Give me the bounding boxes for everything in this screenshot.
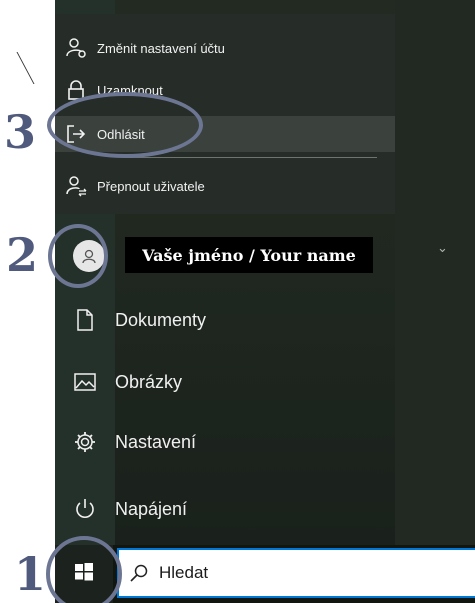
step-number-1: 1 — [14, 547, 47, 601]
edge-mark — [11, 52, 35, 84]
nav-item-pictures[interactable]: Obrázky — [55, 353, 395, 411]
search-input[interactable]: Hledat — [117, 548, 475, 598]
user-name-label: Vaše jméno / Your name — [125, 237, 373, 273]
power-icon — [55, 498, 115, 520]
nav-item-label: Obrázky — [115, 371, 183, 392]
settings-gear-icon — [55, 431, 115, 453]
nav-item-power[interactable]: Napájení — [55, 480, 395, 538]
menu-item-change-account-settings[interactable]: Změnit nastavení účtu — [65, 30, 385, 66]
step-number-3: 3 — [4, 105, 37, 159]
nav-item-documents[interactable]: Dokumenty — [55, 291, 395, 349]
annotation-ring-step-3 — [47, 92, 203, 158]
nav-item-settings[interactable]: Nastavení — [55, 413, 395, 471]
annotation-ring-step-1 — [46, 536, 122, 603]
switch-user-icon — [65, 175, 87, 197]
nav-item-label: Dokumenty — [115, 309, 207, 330]
document-icon — [55, 309, 115, 331]
annotation-ring-step-2 — [48, 224, 108, 288]
step-number-2: 2 — [6, 228, 39, 282]
pictures-icon — [55, 373, 115, 391]
menu-item-label: Změnit nastavení účtu — [97, 40, 225, 56]
menu-item-label: Přepnout uživatele — [97, 178, 205, 194]
person-gear-icon — [65, 37, 87, 59]
menu-separator — [125, 157, 377, 158]
chevron-down-icon[interactable]: ⌄ — [437, 240, 448, 256]
tiles-area — [395, 0, 475, 545]
search-icon — [119, 563, 159, 583]
search-placeholder: Hledat — [159, 563, 209, 582]
nav-item-label: Napájení — [115, 498, 188, 519]
nav-item-label: Nastavení — [115, 431, 197, 452]
menu-item-switch-user[interactable]: Přepnout uživatele — [65, 168, 385, 204]
